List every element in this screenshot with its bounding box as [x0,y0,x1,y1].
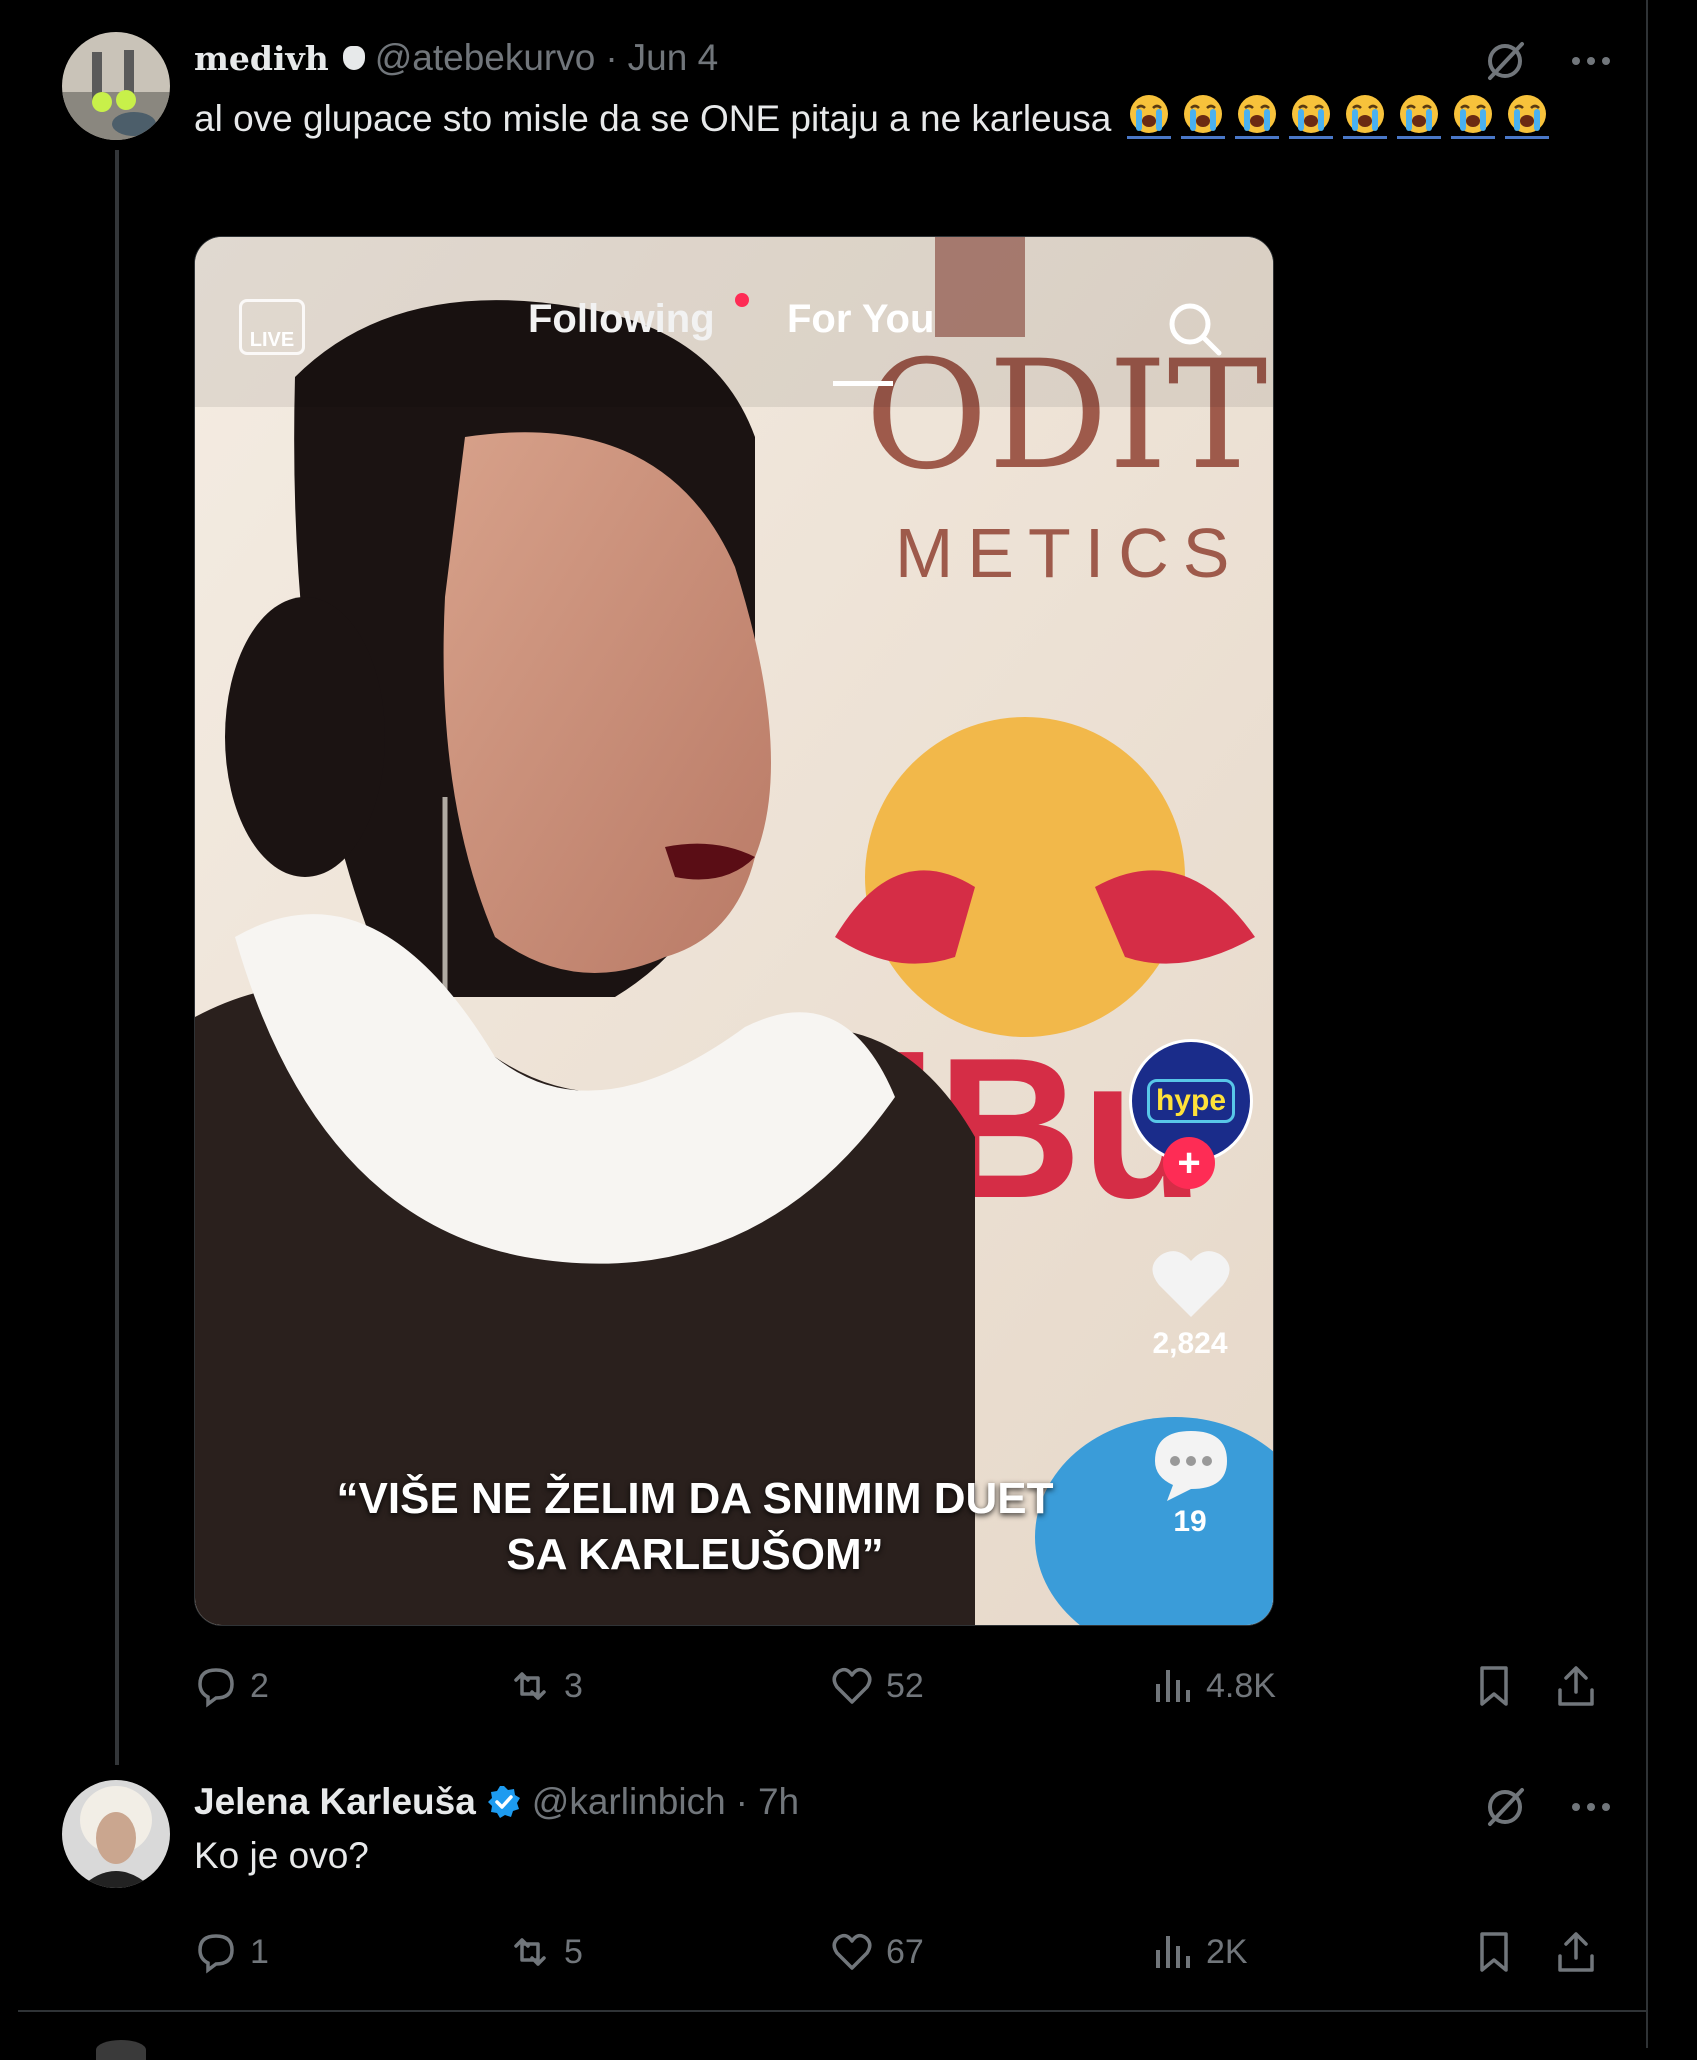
more-options-icon[interactable] [1568,1797,1614,1817]
like-count: 67 [886,1932,924,1971]
view-count: 4.8K [1206,1666,1276,1705]
reply-body: Ko je ovo? [194,1835,369,1876]
post-body: al ove glupace sto misle da se ONE pitaj… [194,98,1112,139]
post-action-bar: 2 3 52 4.8K [194,1656,1604,1716]
views-button[interactable]: 4.8K [1150,1656,1276,1716]
reply-timestamp[interactable]: 7h [758,1781,799,1823]
post-text: al ove glupace sto misle da se ONE pitaj… [194,92,1614,146]
heart-icon [832,1933,872,1970]
caption-line-1: “VIŠE NE ŽELIM DA SNIMIM DUET [336,1474,1054,1523]
loudly-crying-face-icon [1288,95,1333,139]
reply-count: 2 [250,1666,269,1705]
repost-icon [514,1938,546,1966]
loudly-crying-face-icon [1504,95,1549,139]
embedded-video[interactable]: ODIT METICS dBu LIVE Following For You h… [194,236,1274,1626]
search-icon[interactable] [1165,299,1225,359]
loudly-crying-face-icon [1450,95,1495,139]
view-count: 2K [1206,1932,1248,1971]
caption-line-2: SA KARLEUŠOM” [506,1530,884,1579]
loudly-crying-face-icon [1396,95,1441,139]
next-post-avatar[interactable] [96,2040,146,2060]
like-count: 52 [886,1666,924,1705]
reply-icon [198,1668,234,1708]
like-button[interactable]: 52 [830,1656,924,1716]
reply-handle[interactable]: @karlinbich [532,1781,726,1823]
post-header: medivh @atebekurvo · Jun 4 [194,36,718,80]
tiktok-heart-icon[interactable] [1151,1247,1231,1319]
thread-connector-line [115,150,119,1765]
repost-icon [514,1672,546,1700]
brand-text-2: METICS [895,514,1243,592]
avatar-jelena-karleusa[interactable] [62,1780,170,1888]
repost-count: 5 [564,1932,583,1971]
author-display-name[interactable]: medivh [194,39,329,78]
reply-top-icons [1482,1784,1614,1830]
heart-icon [832,1667,872,1704]
grok-icon[interactable] [1482,1784,1528,1830]
video-frame: ODIT METICS dBu [195,237,1273,1625]
bookmark-icon [1480,1666,1508,1706]
notification-dot [735,293,749,307]
tab-underline [833,381,893,386]
apple-icon [342,46,365,70]
author-handle[interactable]: @atebekurvo [375,37,596,79]
bookmark-button[interactable] [1472,1922,1516,1982]
reply-separator: · [735,1781,748,1822]
tab-following[interactable]: Following [528,297,715,342]
verified-badge-icon[interactable] [486,1784,522,1820]
reply-count: 1 [250,1932,269,1971]
tab-for-you[interactable]: For You [787,297,934,342]
repost-count: 3 [564,1666,583,1705]
views-button[interactable]: 2K [1150,1922,1248,1982]
reply-button[interactable]: 1 [194,1922,269,1982]
post-timestamp[interactable]: Jun 4 [628,37,719,79]
creator-badge: hype [1146,1079,1236,1123]
loudly-crying-face-icon [1342,95,1387,139]
share-icon [1558,1932,1594,1972]
repost-button[interactable]: 3 [508,1656,583,1716]
live-label: LIVE [249,329,295,351]
repost-button[interactable]: 5 [508,1922,583,1982]
share-button[interactable] [1554,1656,1598,1716]
reply-button[interactable]: 2 [194,1656,269,1716]
like-button[interactable]: 67 [830,1922,924,1982]
share-icon [1558,1666,1594,1706]
loudly-crying-face-icon [1180,95,1225,139]
video-caption: “VIŠE NE ŽELIM DA SNIMIM DUET SA KARLEUŠ… [195,1471,1195,1583]
crying-emoji-group [1122,95,1554,139]
grok-icon[interactable] [1482,38,1528,84]
reply-icon [198,1934,234,1974]
analytics-icon [1156,1670,1190,1702]
loudly-crying-face-icon [1126,95,1171,139]
header-separator: · [605,37,618,78]
follow-plus-button[interactable]: + [1163,1137,1215,1189]
bookmark-button[interactable] [1472,1656,1516,1716]
reply-display-name[interactable]: Jelena Karleuša [194,1781,476,1823]
loudly-crying-face-icon [1234,95,1279,139]
reply-header: Jelena Karleuša @karlinbich · 7h [194,1780,799,1824]
reply-action-bar: 1 5 67 2K [194,1922,1604,1982]
post-divider [18,2010,1648,2012]
more-options-icon[interactable] [1568,51,1614,71]
post-top-icons [1482,38,1614,84]
tiktok-like-count: 2,824 [1152,1327,1228,1360]
bookmark-icon [1480,1932,1508,1972]
live-icon[interactable]: LIVE [239,299,305,355]
share-button[interactable] [1554,1922,1598,1982]
avatar-medivh[interactable] [62,32,170,140]
analytics-icon [1156,1936,1190,1968]
